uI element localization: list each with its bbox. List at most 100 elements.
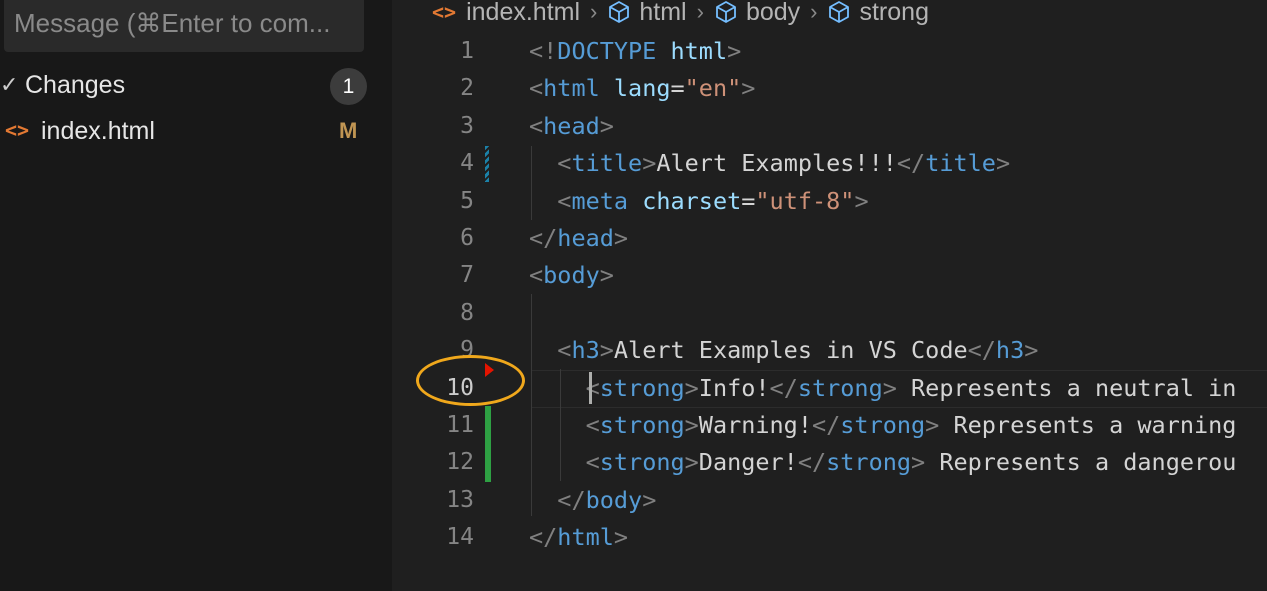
code-token: strong [826, 448, 912, 477]
code-token: Represents a warning [939, 411, 1237, 439]
code-token: </ [797, 448, 827, 477]
code-token: > [642, 149, 657, 178]
code-line[interactable]: 13 </body> [392, 482, 1267, 519]
code-text[interactable]: <strong>Danger!</strong> Represents a da… [529, 444, 1237, 481]
line-number[interactable]: 5 [392, 183, 474, 220]
source-control-sidebar: Message (⌘Enter to com... ✓ Changes 1 <>… [0, 0, 392, 591]
code-token: head [557, 224, 614, 252]
line-number[interactable]: 4 [392, 145, 474, 182]
line-number[interactable]: 11 [392, 407, 474, 444]
line-number[interactable]: 7 [392, 257, 474, 294]
code-text[interactable]: <title>Alert Examples!!!</title> [529, 145, 1010, 182]
code-text[interactable]: <body> [529, 257, 614, 294]
code-text[interactable]: <strong>Warning!</strong> Represents a w… [529, 407, 1237, 444]
changed-file-name: index.html [41, 117, 155, 145]
code-line[interactable]: 9 <h3>Alert Examples in VS Code</h3> [392, 332, 1267, 369]
code-line[interactable]: 5 <meta charset="utf-8"> [392, 183, 1267, 220]
code-token: < [585, 373, 600, 402]
changed-file-item[interactable]: <> index.html M [0, 112, 392, 152]
code-token: > [882, 373, 897, 402]
code-text[interactable]: <h3>Alert Examples in VS Code</h3> [529, 332, 1038, 369]
code-text[interactable]: </html> [529, 519, 628, 556]
code-editor[interactable]: <> index.html › html › body › strong 1 <!… [392, 0, 1267, 591]
code-text[interactable]: </head> [529, 220, 628, 257]
code-token: < [529, 261, 544, 290]
code-token: < [585, 411, 600, 439]
code-line[interactable]: 8 [392, 295, 1267, 332]
line-number[interactable]: 8 [392, 295, 474, 332]
code-token: strong [599, 373, 685, 402]
line-number[interactable]: 1 [392, 33, 474, 70]
code-line[interactable]: 11 <strong>Warning!</strong> Represents … [392, 407, 1267, 444]
modified-status-badge: M [339, 118, 358, 143]
code-text[interactable]: <!DOCTYPE html> [529, 33, 741, 70]
code-token: title [571, 149, 643, 178]
code-token: strong [797, 373, 883, 402]
code-line[interactable]: 7 <body> [392, 257, 1267, 294]
breadcrumb-item-body[interactable]: body [746, 0, 800, 27]
breadcrumb-item-strong[interactable]: strong [859, 0, 928, 27]
code-token: </ [811, 411, 841, 439]
chevron-down-icon[interactable]: ✓ [0, 72, 18, 98]
code-token: h3 [995, 336, 1025, 365]
code-token: Alert Examples!!! [656, 149, 897, 178]
code-token: < [585, 448, 600, 477]
code-token: > [684, 373, 699, 402]
code-token: < [557, 186, 572, 215]
code-token: = [670, 74, 685, 103]
code-token: = [741, 186, 756, 215]
code-token: > [684, 448, 699, 477]
line-number[interactable]: 6 [392, 220, 474, 257]
code-token: title [925, 149, 996, 178]
code-token: < [557, 149, 572, 178]
code-token: > [599, 111, 614, 140]
code-token: </ [529, 224, 558, 252]
commit-message-input[interactable]: Message (⌘Enter to com... [4, 0, 364, 52]
code-token: > [613, 523, 629, 552]
code-text[interactable]: <html lang="en"> [529, 70, 755, 107]
code-line[interactable]: 12 <strong>Danger!</strong> Represents a… [392, 444, 1267, 481]
line-number[interactable]: 14 [392, 519, 474, 556]
code-token: "en" [684, 74, 742, 103]
breadcrumb: <> index.html › html › body › strong [432, 0, 929, 30]
changes-group-header[interactable]: ✓ Changes 1 [0, 66, 392, 106]
line-number[interactable]: 3 [392, 108, 474, 145]
code-token: > [1024, 336, 1039, 365]
line-number[interactable]: 12 [392, 444, 474, 481]
code-token: < [529, 111, 544, 140]
code-line[interactable]: 4 <title>Alert Examples!!!</title> [392, 145, 1267, 182]
breadcrumb-file[interactable]: index.html [466, 0, 580, 27]
line-number[interactable]: 2 [392, 70, 474, 107]
code-line[interactable]: 14 </html> [392, 519, 1267, 556]
code-text[interactable]: <head> [529, 108, 614, 145]
code-text[interactable]: <meta charset="utf-8"> [529, 183, 868, 220]
code-token: Represents a neutral in [896, 373, 1237, 402]
code-token: strong [599, 411, 685, 439]
code-token: html [543, 74, 600, 103]
code-line[interactable]: 3 <head> [392, 108, 1267, 145]
code-text[interactable]: </body> [529, 482, 656, 519]
code-token: "utf-8" [755, 186, 855, 215]
changes-count-badge: 1 [330, 68, 367, 105]
code-token: Alert Examples in VS Code [613, 336, 968, 365]
code-token: Represents a dangerou [925, 448, 1237, 477]
changes-label: Changes [25, 71, 126, 99]
code-line[interactable]: 1 <!DOCTYPE html> [392, 33, 1267, 70]
code-token: > [741, 74, 756, 103]
code-token: > [727, 37, 742, 65]
code-token: body [585, 485, 643, 514]
code-text[interactable]: <strong>Info!</strong> Represents a neut… [529, 370, 1237, 407]
breadcrumb-item-html[interactable]: html [639, 0, 686, 27]
line-number[interactable]: 13 [392, 482, 474, 519]
code-token: charset [642, 186, 742, 215]
code-token: > [684, 411, 699, 439]
code-line[interactable]: 6 </head> [392, 220, 1267, 257]
code-token: > [995, 149, 1011, 178]
code-line[interactable]: 2 <html lang="en"> [392, 70, 1267, 107]
symbol-element-icon [829, 1, 850, 23]
